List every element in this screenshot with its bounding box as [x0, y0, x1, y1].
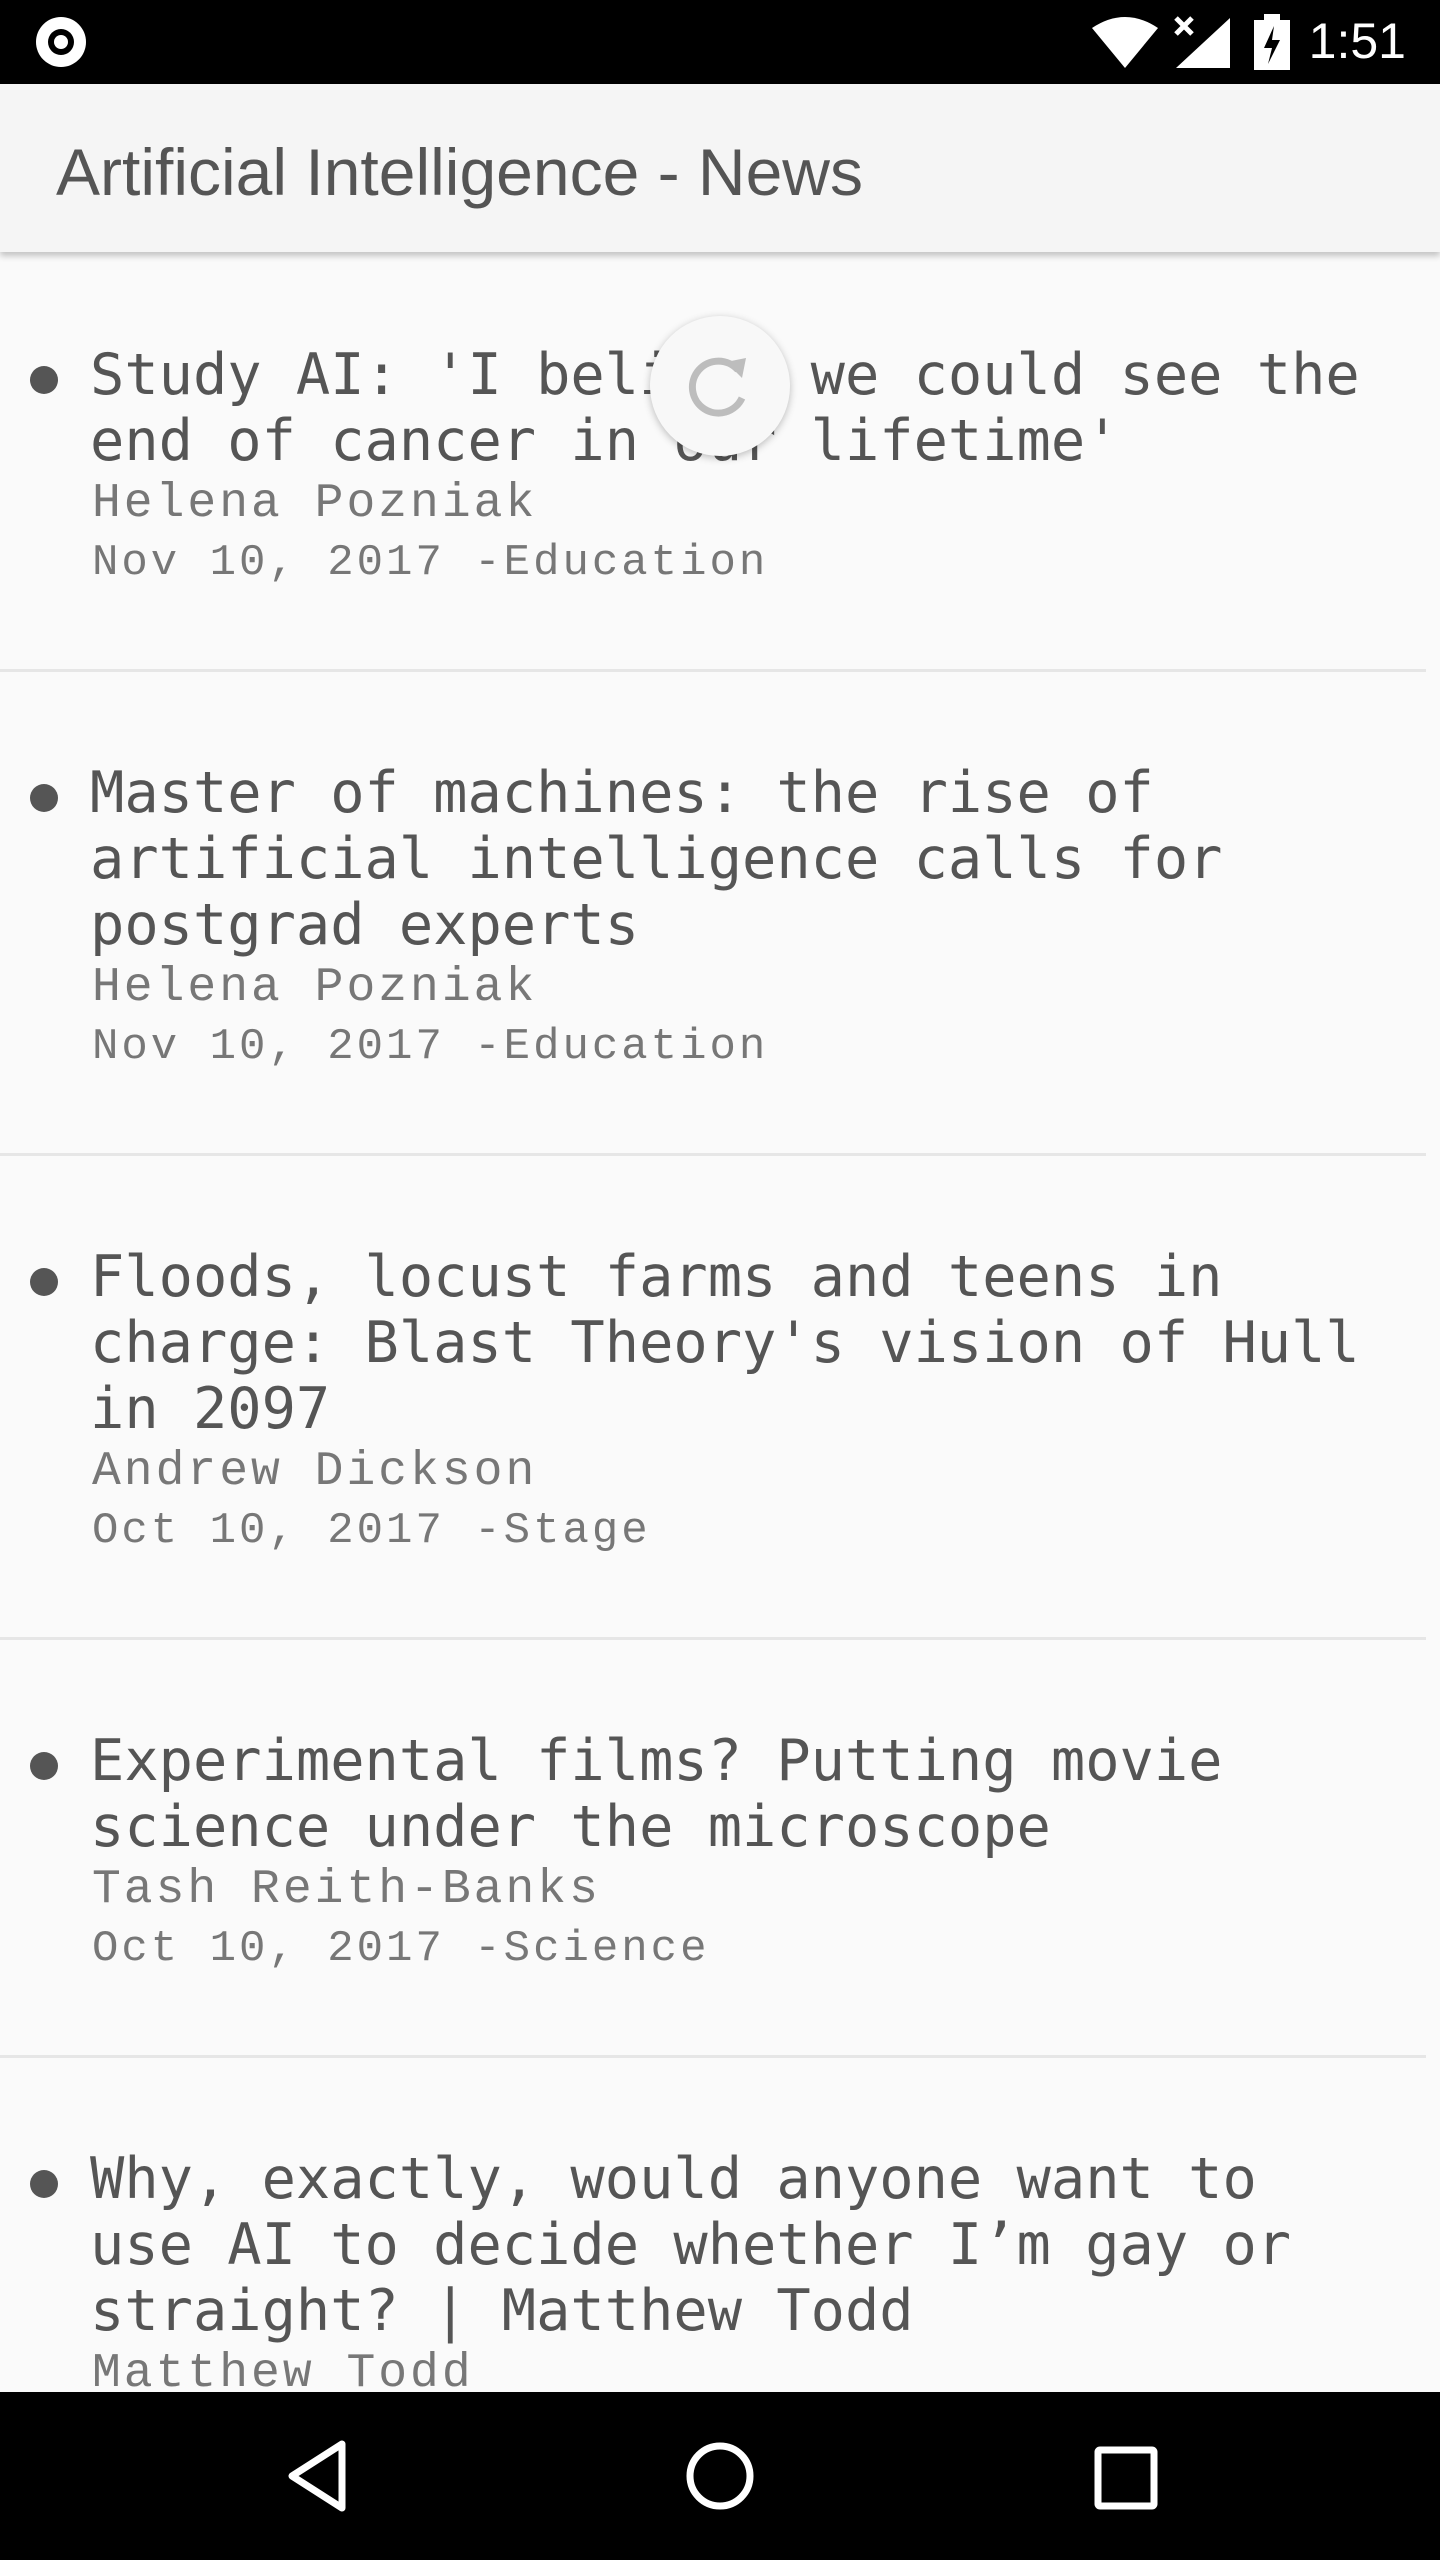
status-bar: 1:51 — [0, 0, 1440, 84]
battery-icon — [1254, 14, 1290, 70]
news-item[interactable]: Floods, locust farms and teens in charge… — [0, 1156, 1426, 1640]
refresh-indicator — [650, 316, 790, 456]
news-item[interactable]: Master of machines: the rise of artifici… — [0, 672, 1426, 1156]
article-meta: Oct 10, 2017 -Stage — [92, 1506, 651, 1556]
news-item[interactable]: Experimental films? Putting movie scienc… — [0, 1640, 1426, 2058]
wifi-icon — [1092, 17, 1158, 68]
camera-icon — [36, 17, 86, 67]
article-author: Helena Pozniak — [92, 477, 538, 531]
article-headline: Master of machines: the rise of artifici… — [90, 760, 1257, 958]
news-item[interactable]: Why, exactly, would anyone want to use A… — [0, 2058, 1426, 2390]
refresh-icon — [688, 357, 746, 417]
article-author: Helena Pozniak — [92, 961, 538, 1015]
bullet-icon — [30, 1268, 58, 1296]
bullet-icon — [30, 366, 58, 394]
signal-icon — [1174, 16, 1230, 68]
home-icon[interactable] — [680, 2436, 760, 2516]
article-author: Tash Reith-Banks — [92, 1863, 601, 1917]
bullet-icon — [30, 2170, 58, 2198]
article-author: Matthew Todd — [92, 2347, 474, 2390]
navigation-bar — [0, 2392, 1440, 2560]
back-icon[interactable] — [280, 2436, 360, 2516]
news-list[interactable]: Study AI: 'I believe we could see the en… — [0, 254, 1426, 2390]
status-time: 1:51 — [1308, 13, 1406, 69]
article-headline: Experimental films? Putting movie scienc… — [90, 1728, 1257, 1860]
app-bar: Artificial Intelligence - News — [0, 84, 1440, 252]
recent-apps-icon[interactable] — [1094, 2446, 1158, 2510]
article-headline: Why, exactly, would anyone want to use A… — [90, 2146, 1326, 2344]
app-title: Artificial Intelligence - News — [56, 135, 863, 209]
bullet-icon — [30, 784, 58, 812]
article-meta: Nov 10, 2017 -Education — [92, 1022, 769, 1072]
article-meta: Nov 10, 2017 -Education — [92, 538, 769, 588]
article-headline: Floods, locust farms and teens in charge… — [90, 1244, 1395, 1442]
bullet-icon — [30, 1752, 58, 1780]
article-meta: Oct 10, 2017 -Science — [92, 1924, 710, 1974]
article-author: Andrew Dickson — [92, 1445, 538, 1499]
